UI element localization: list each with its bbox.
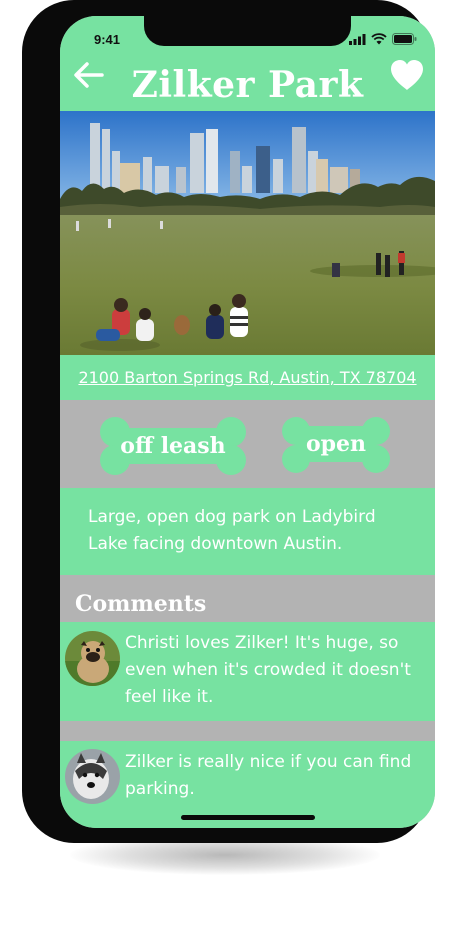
tag-open: open [280, 416, 392, 476]
comment-text: Zilker is really nice if you can find pa… [125, 752, 412, 799]
address-link[interactable]: 2100 Barton Springs Rd, Austin, TX 78704 [78, 368, 416, 387]
cellular-signal-icon [349, 33, 366, 45]
tag-off-leash: off leash [98, 416, 248, 476]
status-icons [349, 33, 417, 45]
park-description: Large, open dog park on Ladybird Lake fa… [88, 507, 376, 554]
tag-label: off leash [120, 433, 226, 459]
battery-icon [392, 33, 417, 45]
phone-frame: Zilker Park 9:41 2100 Barton Springs Rd,… [22, 0, 435, 843]
favorite-heart-icon[interactable] [389, 58, 425, 92]
tag-label: open [305, 431, 367, 457]
comments-heading: Comments [75, 591, 207, 617]
phone-notch [144, 16, 351, 46]
description-panel: Large, open dog park on Ladybird Lake fa… [60, 488, 435, 575]
comment-card: Christi loves Zilker! It's huge, so even… [60, 622, 435, 721]
wifi-icon [371, 33, 387, 45]
address-bar: 2100 Barton Springs Rd, Austin, TX 78704 [60, 355, 435, 400]
home-indicator[interactable] [181, 815, 315, 820]
comment-text: Christi loves Zilker! It's huge, so even… [125, 633, 411, 707]
tags-section: off leash open [60, 400, 435, 488]
page-title: Zilker Park [131, 64, 364, 106]
status-time: 9:41 [94, 32, 121, 47]
park-photo [60, 111, 435, 355]
pug-avatar [65, 631, 120, 686]
app-screen: Zilker Park 9:41 2100 Barton Springs Rd,… [60, 16, 435, 828]
husky-avatar [65, 749, 120, 804]
